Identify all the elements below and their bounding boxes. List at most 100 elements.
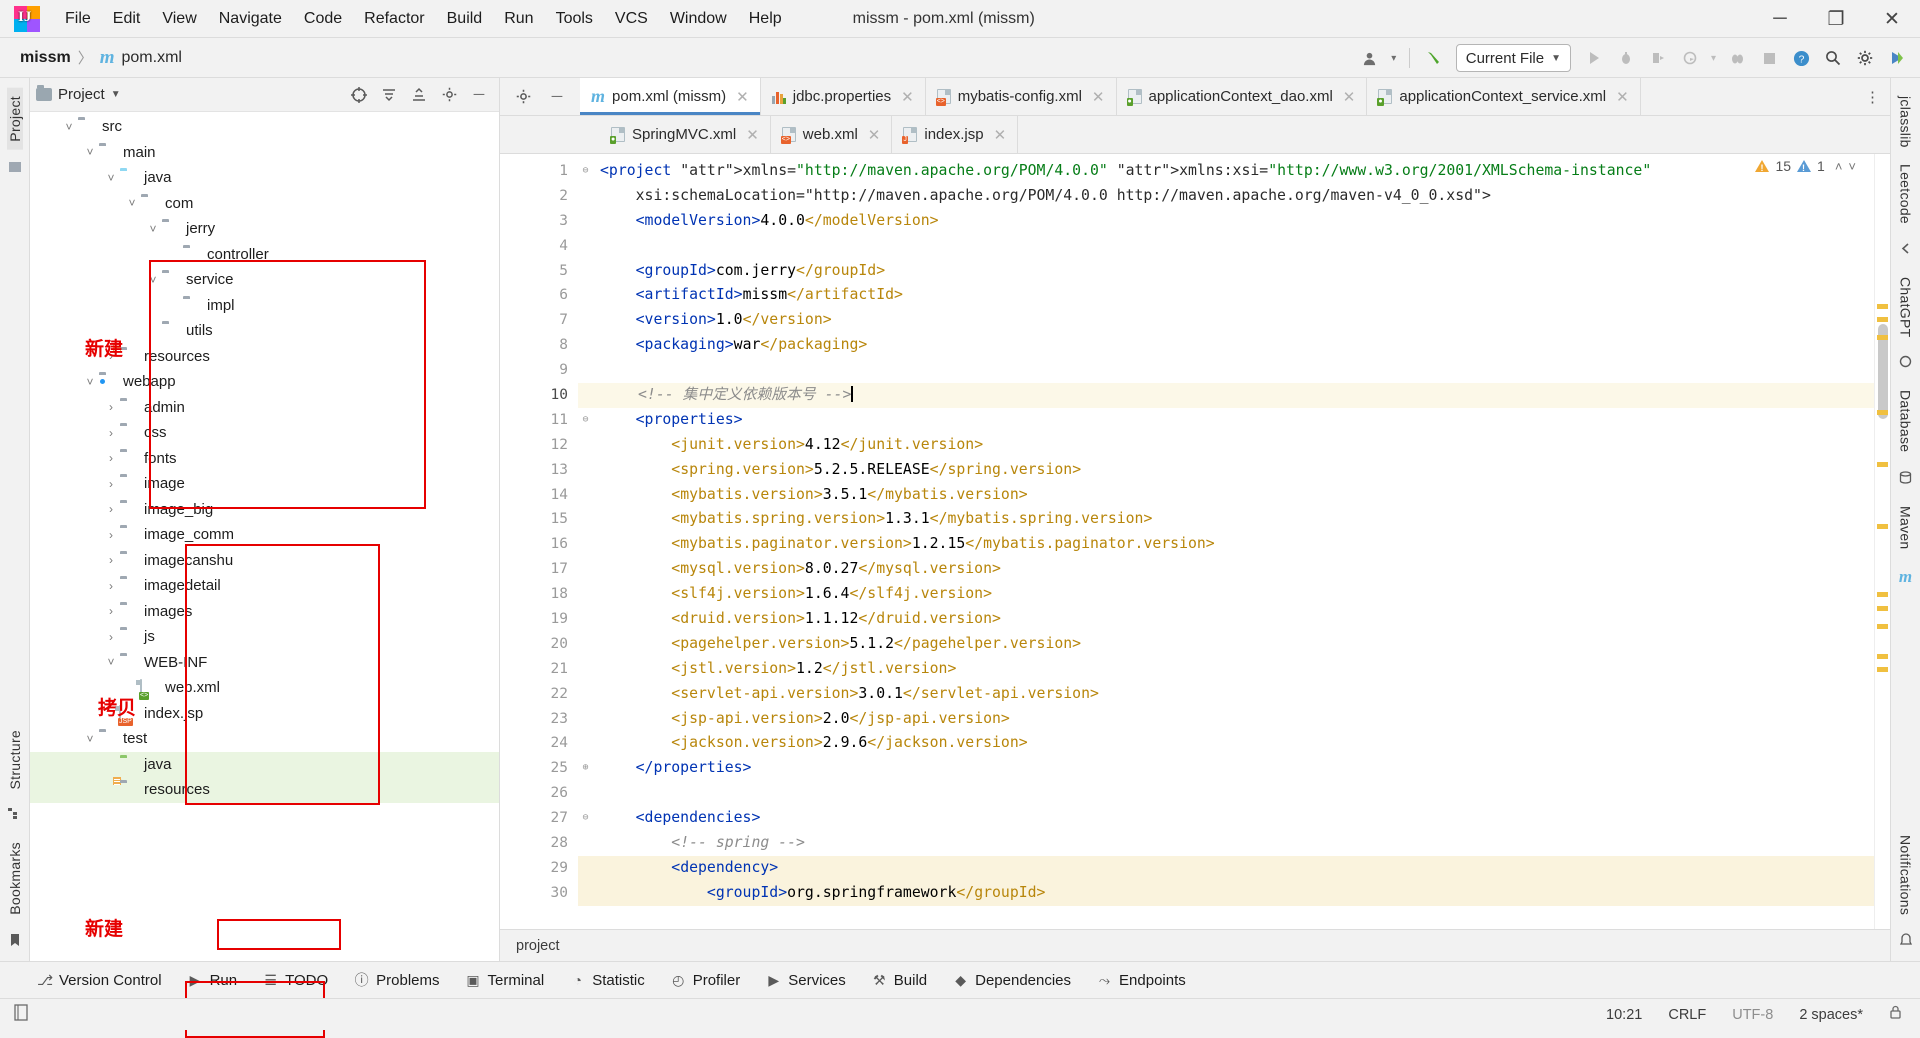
line-number[interactable]: 11 ⊖ (500, 408, 589, 433)
code-line[interactable]: xsi:schemaLocation="http://maven.apache.… (578, 184, 1874, 209)
menu-tools[interactable]: Tools (545, 6, 604, 32)
editor-tab-springmvc-xml[interactable]: ● SpringMVC.xml ✕ (600, 116, 771, 153)
code-line[interactable]: <servlet-api.version>3.0.1</servlet-api.… (578, 682, 1874, 707)
line-number[interactable]: 3 (500, 209, 578, 234)
bottom-tool-version-control[interactable]: ⎇ Version Control (26, 968, 173, 993)
editor-tab-applicationcontext-service-xml[interactable]: ● applicationContext_service.xml ✕ (1367, 78, 1641, 115)
sidebar-item-chatgpt[interactable]: ChatGPT (1898, 269, 1914, 345)
tree-expand-arrow-icon[interactable]: › (103, 630, 119, 644)
line-number[interactable]: 28 (500, 831, 578, 856)
tree-node-image[interactable]: › image (30, 471, 499, 497)
hide-panel-icon[interactable]: ─ (465, 81, 493, 109)
tree-node-index-jsp[interactable]: ›JSPindex.jsp (30, 701, 499, 727)
line-number[interactable]: 20 (500, 632, 578, 657)
code-line[interactable]: <!-- spring --> (578, 831, 1874, 856)
tree-node-imagecanshu[interactable]: › imagecanshu (30, 548, 499, 574)
editor-tab-index-jsp[interactable]: Jindex.jsp ✕ (892, 116, 1019, 153)
code-line[interactable]: <jackson.version>2.9.6</jackson.version> (578, 731, 1874, 756)
tree-expand-arrow-icon[interactable]: › (103, 451, 119, 465)
code-line[interactable] (578, 234, 1874, 259)
tree-node-images[interactable]: › images (30, 599, 499, 625)
menu-code[interactable]: Code (293, 6, 353, 32)
line-number[interactable]: 22 (500, 682, 578, 707)
code-line[interactable]: <project "attr">xmlns="http://maven.apac… (578, 159, 1874, 184)
tree-expand-arrow-icon[interactable]: ˅ (145, 222, 161, 236)
tree-expand-arrow-icon[interactable]: › (103, 528, 119, 542)
bottom-tool-build[interactable]: ⚒ Build (861, 968, 938, 993)
collapse-all-icon[interactable] (405, 81, 433, 109)
tree-node-js[interactable]: › js (30, 624, 499, 650)
line-number[interactable]: 25 ⊕ (500, 756, 589, 781)
line-number[interactable]: 26 (500, 781, 578, 806)
bottom-tool-dependencies[interactable]: ◆ Dependencies (942, 968, 1082, 993)
sidebar-item-database[interactable]: Database (1898, 382, 1914, 460)
tree-node-service[interactable]: ˅ service (30, 267, 499, 293)
project-settings-gear-icon[interactable] (435, 81, 463, 109)
close-icon[interactable]: ✕ (1092, 88, 1105, 106)
code-content[interactable]: <project "attr">xmlns="http://maven.apac… (578, 154, 1874, 929)
tree-expand-arrow-icon[interactable]: › (103, 400, 119, 414)
code-line[interactable]: <properties> (578, 408, 1874, 433)
tree-node-java[interactable]: › java (30, 751, 499, 777)
close-icon[interactable]: ✕ (994, 126, 1007, 144)
bottom-tool-profiler[interactable]: ◴ Profiler (660, 968, 752, 993)
menu-build[interactable]: Build (436, 6, 494, 32)
code-line[interactable]: <!-- 集中定义依赖版本号 --> (578, 383, 1874, 408)
marker[interactable] (1877, 524, 1888, 529)
bottom-tool-statistic[interactable]: ◔ Statistic (559, 968, 656, 993)
tree-expand-arrow-icon[interactable]: › (103, 426, 119, 440)
tree-expand-arrow-icon[interactable]: ˅ (103, 655, 119, 669)
code-line[interactable]: <dependency> (578, 855, 1874, 881)
tree-node-admin[interactable]: › admin (30, 395, 499, 421)
debug-button[interactable] (1611, 43, 1641, 73)
editor-tabs-gear-icon[interactable] (508, 82, 538, 112)
code-line[interactable] (578, 781, 1874, 806)
menu-edit[interactable]: Edit (102, 6, 152, 32)
status-left-icon[interactable] (14, 1004, 29, 1025)
marker[interactable] (1877, 624, 1888, 629)
menu-view[interactable]: View (151, 6, 207, 32)
code-line[interactable]: <groupId>com.jerry</groupId> (578, 259, 1874, 284)
minimize-button[interactable]: ─ (1752, 0, 1808, 38)
status-lock-icon[interactable] (1889, 1005, 1902, 1024)
tree-expand-arrow-icon[interactable]: › (103, 477, 119, 491)
breadcrumb-project[interactable]: missm (20, 49, 71, 67)
project-scope-chevron-icon[interactable]: ▼ (111, 89, 121, 100)
close-icon[interactable]: ✕ (1343, 88, 1356, 106)
line-number[interactable]: 8 (500, 333, 578, 358)
close-icon[interactable]: ✕ (736, 88, 749, 106)
code-line[interactable]: <packaging>war</packaging> (578, 333, 1874, 358)
editor-tab-overflow-icon[interactable]: ⋮ (1855, 78, 1890, 115)
tree-node-utils[interactable]: › utils (30, 318, 499, 344)
code-line[interactable] (578, 358, 1874, 383)
code-line[interactable]: <druid.version>1.1.12</druid.version> (578, 607, 1874, 632)
tree-node-jerry[interactable]: ˅ jerry (30, 216, 499, 242)
code-line[interactable]: <slf4j.version>1.6.4</slf4j.version> (578, 582, 1874, 607)
tree-node-web-xml[interactable]: ›<>web.xml (30, 675, 499, 701)
profiler-caret-icon[interactable]: ▾ (1707, 43, 1720, 73)
tree-expand-arrow-icon[interactable]: › (145, 324, 161, 338)
expand-all-icon[interactable] (375, 81, 403, 109)
close-button[interactable]: ✕ (1864, 0, 1920, 38)
code-line[interactable]: <dependencies> (578, 806, 1874, 831)
tree-expand-arrow-icon[interactable]: ˅ (145, 273, 161, 287)
next-problem-icon[interactable]: ˅ (1848, 159, 1856, 174)
sidebar-item-maven[interactable]: Maven (1898, 498, 1914, 558)
line-number[interactable]: 21 (500, 657, 578, 682)
tree-node-test[interactable]: ˅ test (30, 726, 499, 752)
marker[interactable] (1877, 667, 1888, 672)
status-line-separator[interactable]: CRLF (1668, 1007, 1706, 1023)
line-number[interactable]: 14 (500, 483, 578, 508)
line-number[interactable]: 5 (500, 259, 578, 284)
marker[interactable] (1877, 304, 1888, 309)
close-icon[interactable]: ✕ (901, 88, 914, 106)
code-line[interactable]: <groupId>org.springframework</groupId> (578, 880, 1874, 906)
line-number[interactable]: 29⊖ (500, 856, 589, 881)
tree-expand-arrow-icon[interactable]: › (103, 604, 119, 618)
sidebar-item-project[interactable]: Project (6, 88, 23, 150)
tree-node-fonts[interactable]: › fonts (30, 446, 499, 472)
tree-expand-arrow-icon[interactable]: ˅ (82, 145, 98, 159)
line-number[interactable]: 30 (500, 881, 578, 906)
code-line[interactable]: </properties> (578, 756, 1874, 781)
editor-hide-icon[interactable]: ─ (542, 82, 572, 112)
